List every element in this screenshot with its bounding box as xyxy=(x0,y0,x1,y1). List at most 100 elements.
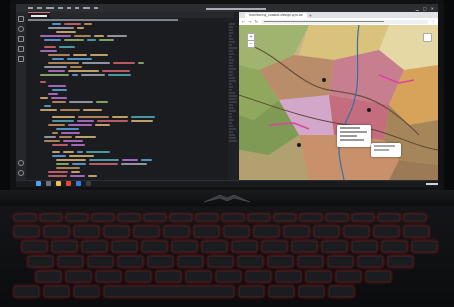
keyboard-key[interactable] xyxy=(196,214,218,221)
menu-item[interactable] xyxy=(46,7,54,9)
keyboard-key[interactable] xyxy=(144,214,166,221)
map-feature-popup[interactable] xyxy=(337,125,371,147)
browser-app-icon[interactable] xyxy=(66,181,71,186)
keyboard-key[interactable] xyxy=(358,256,383,267)
keyboard-key[interactable] xyxy=(52,241,77,252)
reload-icon[interactable]: ↻ xyxy=(255,19,258,24)
keyboard-key[interactable] xyxy=(216,271,241,282)
keyboard-key[interactable] xyxy=(44,286,69,297)
code-line[interactable] xyxy=(40,174,230,178)
keyboard-key[interactable] xyxy=(96,271,121,282)
minimize-icon[interactable]: ▁ xyxy=(416,6,419,11)
keyboard-key[interactable] xyxy=(156,271,181,282)
back-icon[interactable]: ← xyxy=(242,19,245,24)
keyboard-key[interactable] xyxy=(186,271,211,282)
menu-item[interactable] xyxy=(94,7,98,9)
keyboard-key[interactable] xyxy=(378,214,400,221)
menu-item[interactable] xyxy=(28,7,33,9)
keyboard-key[interactable] xyxy=(274,214,296,221)
keyboard-key[interactable] xyxy=(202,241,227,252)
layers-icon[interactable] xyxy=(423,33,432,42)
keyboard-key[interactable] xyxy=(66,214,88,221)
keyboard-key[interactable] xyxy=(284,226,309,237)
start-icon[interactable] xyxy=(36,181,41,186)
keyboard-key[interactable] xyxy=(300,214,322,221)
keyboard-key[interactable] xyxy=(269,286,294,297)
keyboard-key[interactable] xyxy=(66,271,91,282)
code-editor[interactable] xyxy=(26,22,238,180)
keyboard-key[interactable] xyxy=(92,214,114,221)
keyboard-key[interactable] xyxy=(299,286,324,297)
keyboard-key[interactable] xyxy=(268,256,293,267)
keyboard-key[interactable] xyxy=(322,241,347,252)
settings-gear-icon[interactable] xyxy=(18,170,24,176)
zoom-out-button[interactable]: − xyxy=(248,40,254,47)
taskbar-search-icon[interactable] xyxy=(46,181,51,186)
menu-bar[interactable] xyxy=(28,7,98,9)
terminal-app-icon[interactable] xyxy=(86,181,91,186)
keyboard-key[interactable] xyxy=(36,271,61,282)
keyboard-key[interactable] xyxy=(126,271,151,282)
map-info-popup[interactable] xyxy=(371,143,401,157)
keyboard-key[interactable] xyxy=(58,256,83,267)
keyboard-key[interactable] xyxy=(239,286,264,297)
keyboard-key[interactable] xyxy=(292,241,317,252)
keyboard-key[interactable] xyxy=(382,241,407,252)
keyboard-key[interactable] xyxy=(44,226,69,237)
keyboard-key[interactable] xyxy=(178,256,203,267)
new-tab-icon[interactable]: + xyxy=(309,13,312,18)
keyboard-key[interactable] xyxy=(388,256,413,267)
keyboard-key[interactable] xyxy=(194,226,219,237)
keyboard-key[interactable] xyxy=(118,256,143,267)
keyboard-key[interactable] xyxy=(276,271,301,282)
menu-item[interactable] xyxy=(67,7,71,9)
keyboard-key[interactable] xyxy=(22,241,47,252)
keyboard-key[interactable] xyxy=(306,271,331,282)
file-explorer-icon[interactable] xyxy=(56,181,61,186)
keyboard-key[interactable] xyxy=(142,241,167,252)
keyboard-key[interactable] xyxy=(148,256,173,267)
keyboard-key[interactable] xyxy=(254,226,279,237)
url-input[interactable] xyxy=(261,19,428,24)
keyboard-key[interactable] xyxy=(336,271,361,282)
map-view[interactable]: + − xyxy=(239,24,438,180)
keyboard-key[interactable] xyxy=(248,214,270,221)
keyboard-key[interactable] xyxy=(412,241,437,252)
keyboard-key[interactable] xyxy=(14,286,39,297)
keyboard-key[interactable] xyxy=(74,226,99,237)
browser-menu-icon[interactable]: ⋮ xyxy=(431,19,435,24)
keyboard-key[interactable] xyxy=(224,226,249,237)
keyboard-key[interactable] xyxy=(344,226,369,237)
keyboard-key[interactable] xyxy=(40,214,62,221)
keyboard-key[interactable] xyxy=(238,256,263,267)
keyboard-key[interactable] xyxy=(262,241,287,252)
menu-item[interactable] xyxy=(37,7,42,9)
window-controls[interactable]: ▁ □ ✕ xyxy=(416,6,434,11)
keyboard-key[interactable] xyxy=(172,241,197,252)
vscode-app-icon[interactable] xyxy=(76,181,81,186)
menu-item[interactable] xyxy=(75,7,79,9)
run-debug-icon[interactable] xyxy=(18,46,24,52)
keyboard-key[interactable] xyxy=(404,214,426,221)
keyboard-key[interactable] xyxy=(314,226,339,237)
maximize-icon[interactable]: □ xyxy=(423,6,427,11)
keyboard-key[interactable] xyxy=(352,241,377,252)
keyboard-key[interactable] xyxy=(208,256,233,267)
explorer-icon[interactable] xyxy=(18,16,24,22)
menu-item[interactable] xyxy=(58,7,63,9)
keyboard-key[interactable] xyxy=(222,214,244,221)
keyboard-key[interactable] xyxy=(74,286,99,297)
tray-clock[interactable] xyxy=(426,182,438,186)
keyboard-key[interactable] xyxy=(164,226,189,237)
keyboard-key[interactable] xyxy=(28,256,53,267)
account-icon[interactable] xyxy=(18,160,24,166)
keyboard-key[interactable] xyxy=(134,226,159,237)
keyboard-key[interactable] xyxy=(404,226,429,237)
forward-icon[interactable]: → xyxy=(248,19,251,24)
keyboard-key[interactable] xyxy=(118,214,140,221)
keyboard-key[interactable] xyxy=(14,214,36,221)
keyboard-key[interactable] xyxy=(298,256,323,267)
keyboard-key[interactable] xyxy=(232,241,257,252)
keyboard-key[interactable] xyxy=(14,226,39,237)
keyboard-key[interactable] xyxy=(170,214,192,221)
